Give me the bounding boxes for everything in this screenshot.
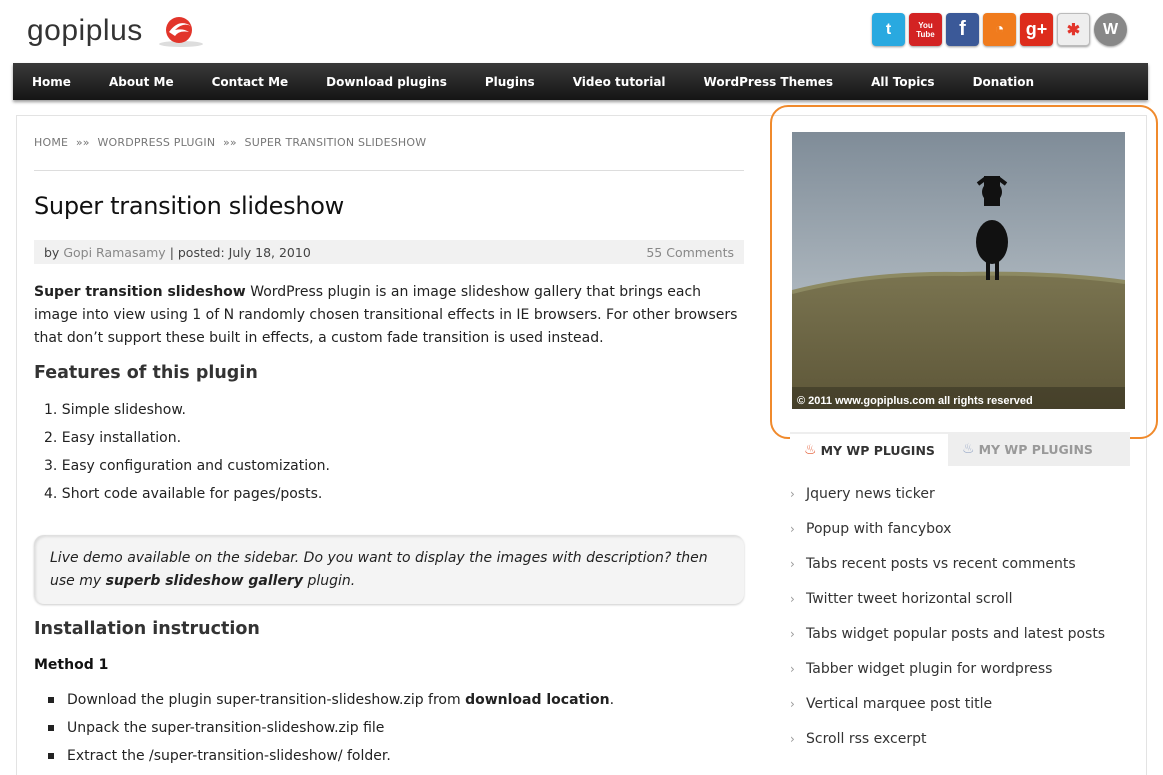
- site-header: gopiplus t You Tube f ◔ g+ ✱ W: [0, 0, 1163, 62]
- demo-note: Live demo available on the sidebar. Do y…: [34, 535, 744, 604]
- twitter-icon[interactable]: t: [872, 13, 905, 46]
- nav-plugins[interactable]: Plugins: [466, 75, 554, 89]
- tab-my-wp-plugins[interactable]: ♨ MY WP PLUGINS: [948, 432, 1130, 466]
- nav-wordpress-themes[interactable]: WordPress Themes: [685, 75, 853, 89]
- list-item: Download the plugin super-transition-sli…: [48, 690, 614, 718]
- features-heading: Features of this plugin: [34, 363, 258, 383]
- nav-home[interactable]: Home: [13, 75, 90, 89]
- list-item: Unpack the super-transition-slideshow.zi…: [48, 718, 614, 746]
- download-location-link[interactable]: download location: [465, 692, 610, 708]
- plugin-link[interactable]: Jquery news ticker: [790, 477, 1105, 512]
- photo-caption: © 2011 www.gopiplus.com all rights reser…: [797, 395, 1033, 407]
- nav-download-plugins[interactable]: Download plugins: [307, 75, 466, 89]
- wordpress-icon[interactable]: W: [1094, 13, 1127, 46]
- google-plus-icon[interactable]: g+: [1020, 13, 1053, 46]
- nav-contact-me[interactable]: Contact Me: [193, 75, 308, 89]
- plugin-link[interactable]: Tabber widget plugin for wordpress: [790, 652, 1105, 687]
- plugin-link[interactable]: Twitter tweet horizontal scroll: [790, 582, 1105, 617]
- breadcrumb-current: SUPER TRANSITION SLIDESHOW: [244, 136, 427, 149]
- divider: [34, 170, 744, 171]
- social-icons: t You Tube f ◔ g+ ✱ W: [872, 13, 1127, 46]
- breadcrumb-separator: »»: [75, 136, 90, 149]
- tab-my-wp-plugins-active[interactable]: ♨ MY WP PLUGINS: [790, 432, 948, 466]
- list-item: 1. Simple slideshow.: [44, 402, 186, 418]
- page-title: Super transition slideshow: [34, 192, 344, 220]
- plugin-link[interactable]: Vertical marquee post title: [790, 687, 1105, 722]
- nav-all-topics[interactable]: All Topics: [852, 75, 954, 89]
- note-end: plugin.: [303, 573, 356, 589]
- install-heading: Installation instruction: [34, 619, 260, 639]
- plugin-list: Jquery news ticker Popup with fancybox T…: [790, 477, 1105, 757]
- plugin-tabs: ♨ MY WP PLUGINS ♨ MY WP PLUGINS: [790, 432, 1130, 466]
- post-meta: by Gopi Ramasamy | posted: July 18, 2010…: [34, 240, 744, 264]
- comments-link[interactable]: 55 Comments: [646, 245, 734, 260]
- intro-paragraph: Super transition slideshow WordPress plu…: [34, 281, 746, 350]
- breadcrumb-separator: »»: [222, 136, 237, 149]
- list-item: Extract the /super-transition-slideshow/…: [48, 746, 614, 774]
- youtube-icon[interactable]: You Tube: [909, 13, 942, 46]
- posted-date: | posted: July 18, 2010: [169, 244, 311, 260]
- method-label: Method 1: [34, 657, 109, 673]
- intro-bold: Super transition slideshow: [34, 284, 246, 300]
- list-item: 3. Easy configuration and customization.: [44, 458, 331, 474]
- features-list: 1. Simple slideshow. 2. Easy installatio…: [44, 400, 330, 512]
- breadcrumb-home[interactable]: HOME: [34, 136, 68, 149]
- plugin-link[interactable]: Tabs recent posts vs recent comments: [790, 547, 1105, 582]
- plugin-link[interactable]: Scroll rss excerpt: [790, 722, 1105, 757]
- slideshow-image[interactable]: © 2011 www.gopiplus.com all rights reser…: [792, 132, 1125, 409]
- flame-icon: ♨: [962, 441, 975, 457]
- plugin-link[interactable]: Popup with fancybox: [790, 512, 1105, 547]
- logo-swirl-icon: [159, 17, 203, 47]
- list-item: 4. Short code available for pages/posts.: [44, 486, 323, 502]
- rss-icon[interactable]: ◔: [983, 13, 1016, 46]
- joomla-icon[interactable]: ✱: [1057, 13, 1090, 46]
- breadcrumb-section[interactable]: WORDPRESS PLUGIN: [97, 136, 215, 149]
- list-item: 2. Easy installation.: [44, 430, 182, 446]
- superb-slideshow-link[interactable]: superb slideshow gallery: [106, 573, 303, 589]
- facebook-icon[interactable]: f: [946, 13, 979, 46]
- breadcrumb: HOME »» WORDPRESS PLUGIN »» SUPER TRANSI…: [34, 136, 430, 149]
- nav-about-me[interactable]: About Me: [90, 75, 193, 89]
- site-logo[interactable]: gopiplus: [27, 14, 143, 48]
- main-nav: Home About Me Contact Me Download plugin…: [13, 63, 1148, 100]
- plugin-link[interactable]: Tabs widget popular posts and latest pos…: [790, 617, 1105, 652]
- nav-donation[interactable]: Donation: [954, 75, 1053, 89]
- install-steps: Download the plugin super-transition-sli…: [48, 690, 614, 774]
- flame-icon: ♨: [804, 442, 817, 458]
- nav-video-tutorial[interactable]: Video tutorial: [554, 75, 685, 89]
- author-link[interactable]: Gopi Ramasamy: [63, 245, 165, 260]
- meta-by: by: [44, 244, 60, 260]
